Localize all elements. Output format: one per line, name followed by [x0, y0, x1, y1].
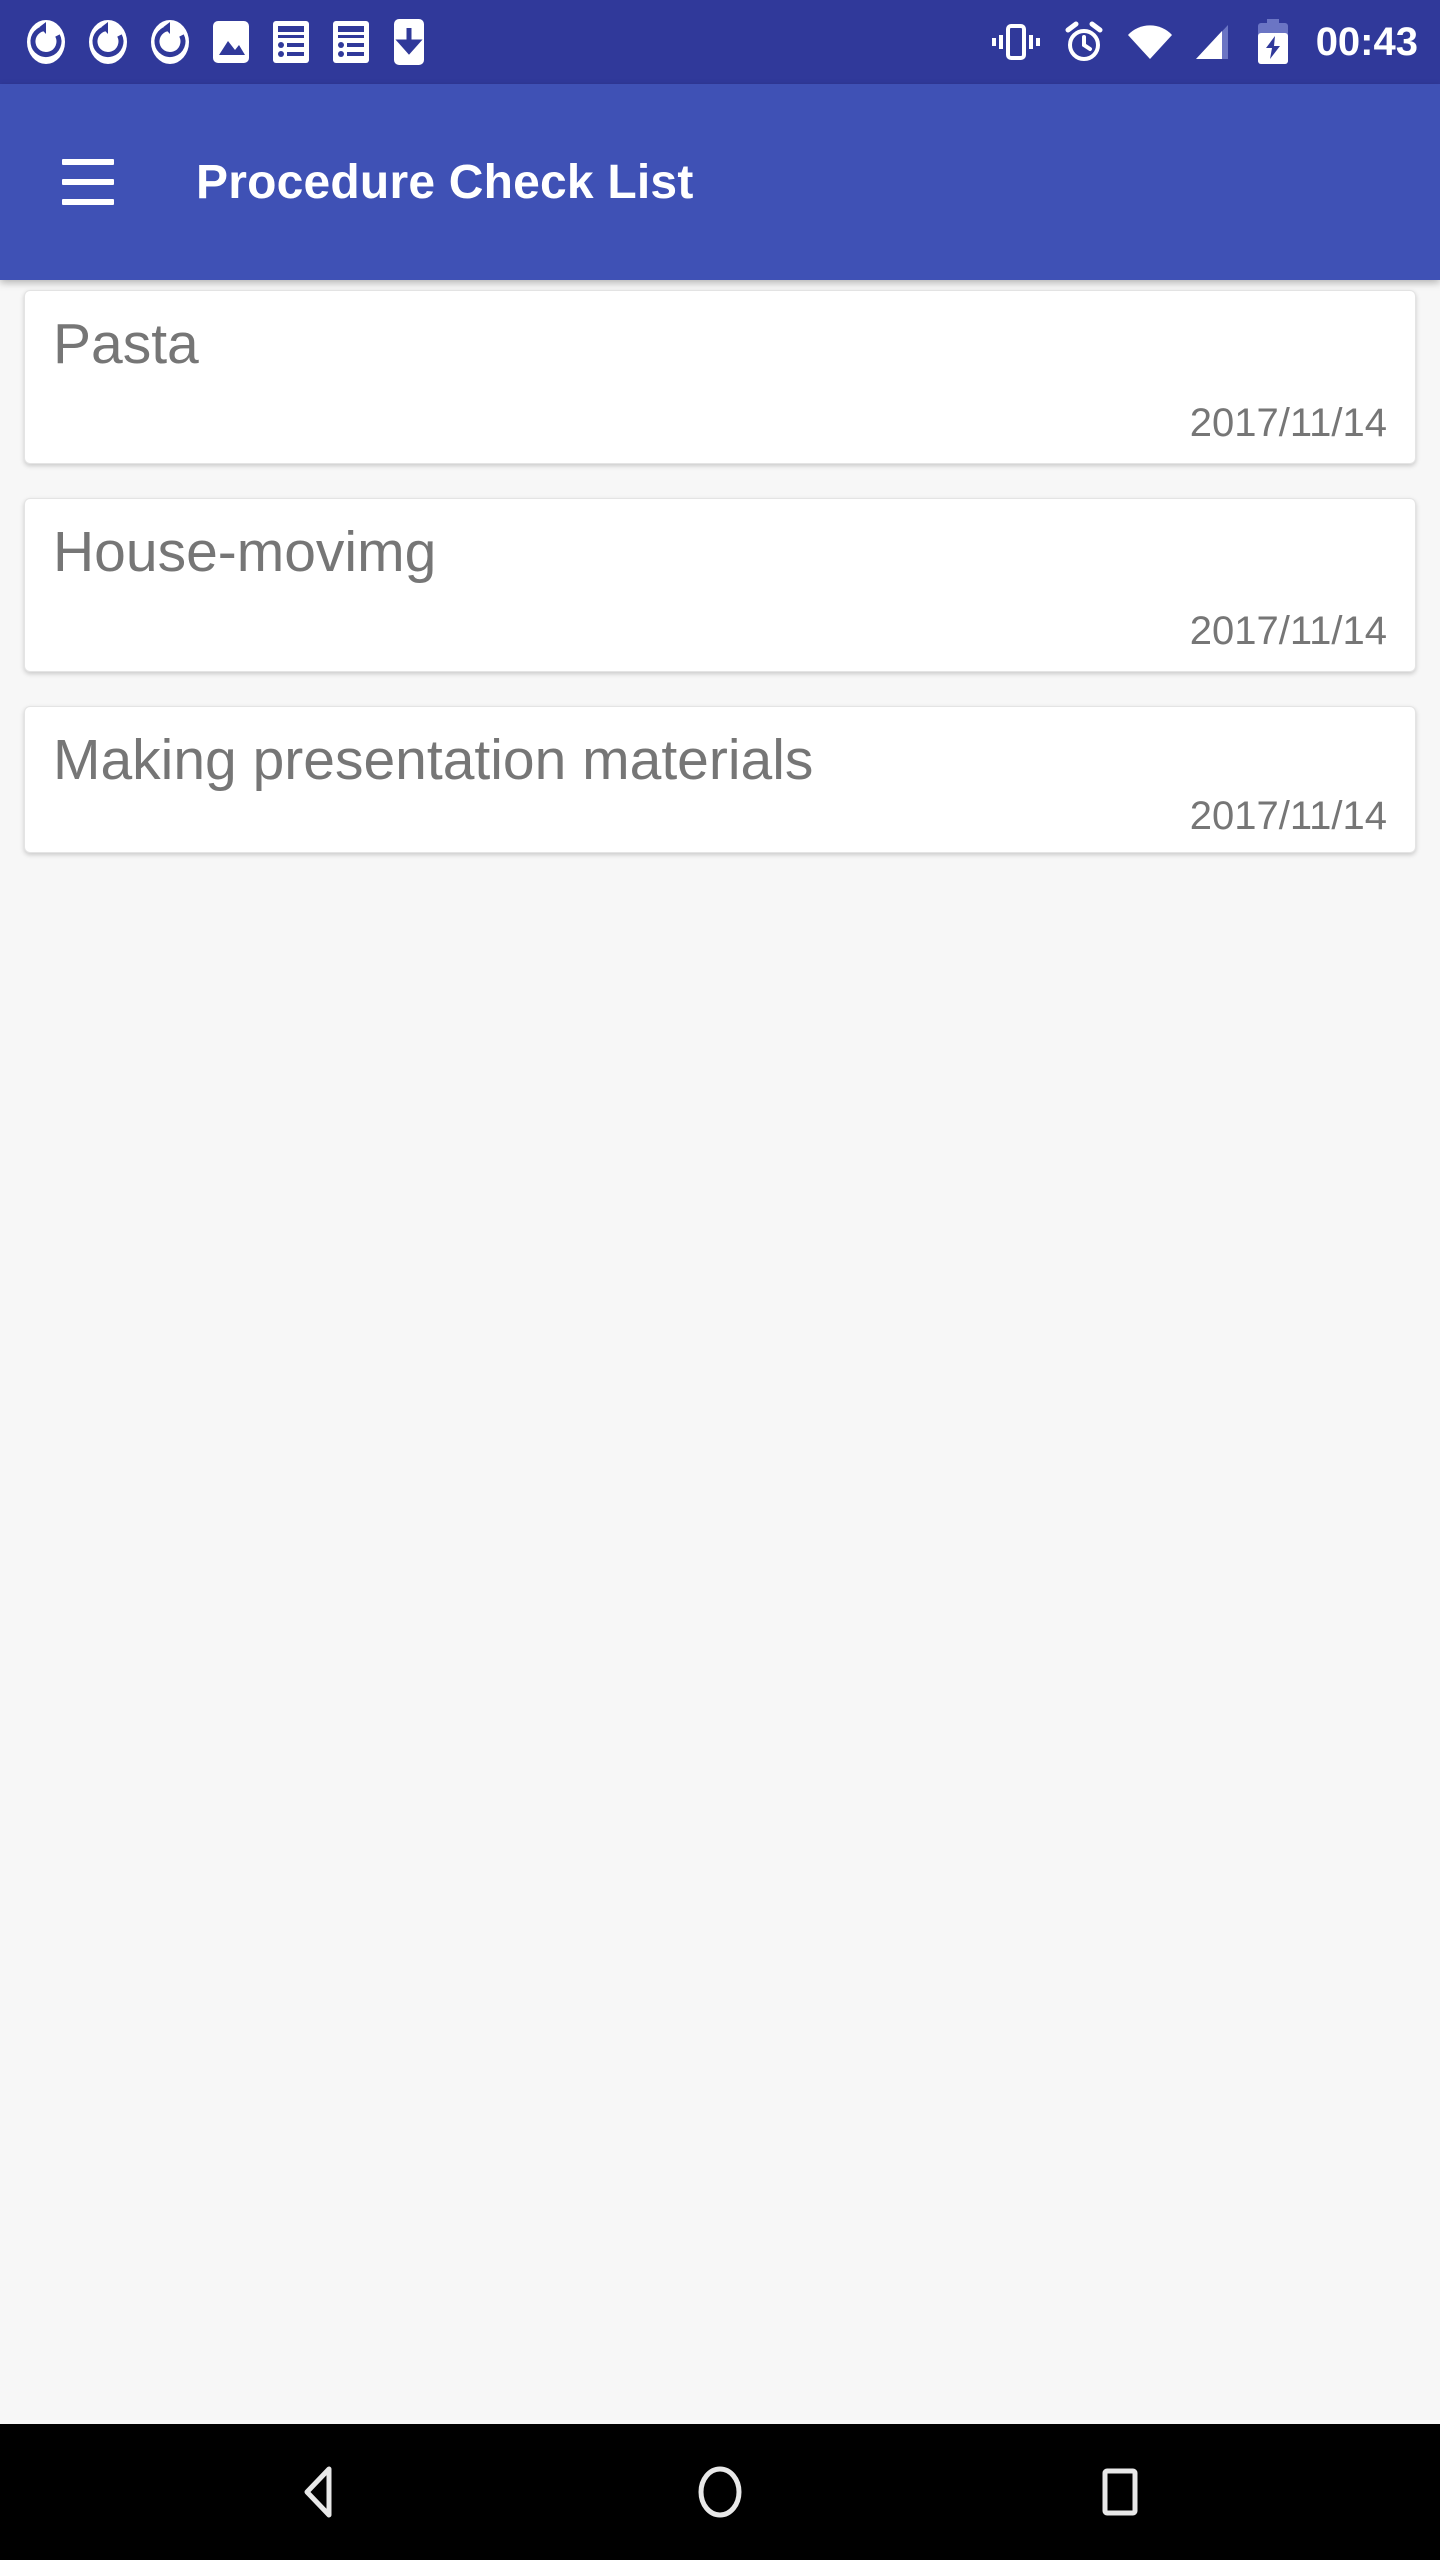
back-icon[interactable] — [260, 2432, 380, 2552]
list-item-date: 2017/11/14 — [1189, 608, 1387, 653]
home-icon[interactable] — [660, 2432, 780, 2552]
menu-bar-2 — [62, 179, 114, 185]
status-bar-system-icons: 00:43 — [990, 19, 1418, 65]
procedure-list: Pasta 2017/11/14 House-movimg 2017/11/14… — [0, 280, 1440, 2424]
list-item-date: 2017/11/14 — [1189, 400, 1387, 445]
recents-icon[interactable] — [1060, 2432, 1180, 2552]
alarm-icon — [1065, 21, 1103, 61]
status-bar-notification-icons — [26, 18, 426, 66]
status-bar-clock: 00:43 — [1315, 20, 1418, 64]
download-to-phone-icon — [394, 19, 424, 65]
vibrate-icon — [991, 24, 1040, 60]
wifi-icon — [1127, 25, 1172, 59]
hamburger-menu-icon[interactable] — [40, 134, 136, 230]
sync-icon — [151, 20, 189, 64]
sync-icon — [89, 20, 127, 64]
menu-bar-1 — [62, 159, 114, 165]
list-item[interactable]: House-movimg 2017/11/14 — [24, 497, 1416, 672]
image-icon — [213, 21, 249, 63]
android-navigation-bar — [0, 2424, 1440, 2560]
list-item-title: Pasta — [53, 312, 199, 376]
list-item-title: Making presentation materials — [53, 727, 814, 792]
cellular-signal-icon — [1195, 25, 1228, 59]
article-notification-icon — [273, 21, 309, 63]
list-item-title: House-movimg — [53, 519, 437, 584]
list-item[interactable]: Pasta 2017/11/14 — [24, 290, 1416, 464]
battery-charging-icon — [1257, 19, 1288, 64]
page-title: Procedure Check List — [196, 155, 694, 209]
list-item-date: 2017/11/14 — [1189, 794, 1387, 839]
menu-bar-3 — [62, 199, 114, 205]
phone-screen: 00:43 Procedure Check List Pasta 2017/11… — [0, 0, 1440, 2560]
article-notification-icon — [333, 21, 369, 63]
list-item[interactable]: Making presentation materials 2017/11/14 — [24, 705, 1416, 854]
status-bar: 00:43 — [0, 0, 1440, 84]
app-bar: Procedure Check List — [0, 84, 1440, 280]
sync-icon — [27, 20, 65, 64]
